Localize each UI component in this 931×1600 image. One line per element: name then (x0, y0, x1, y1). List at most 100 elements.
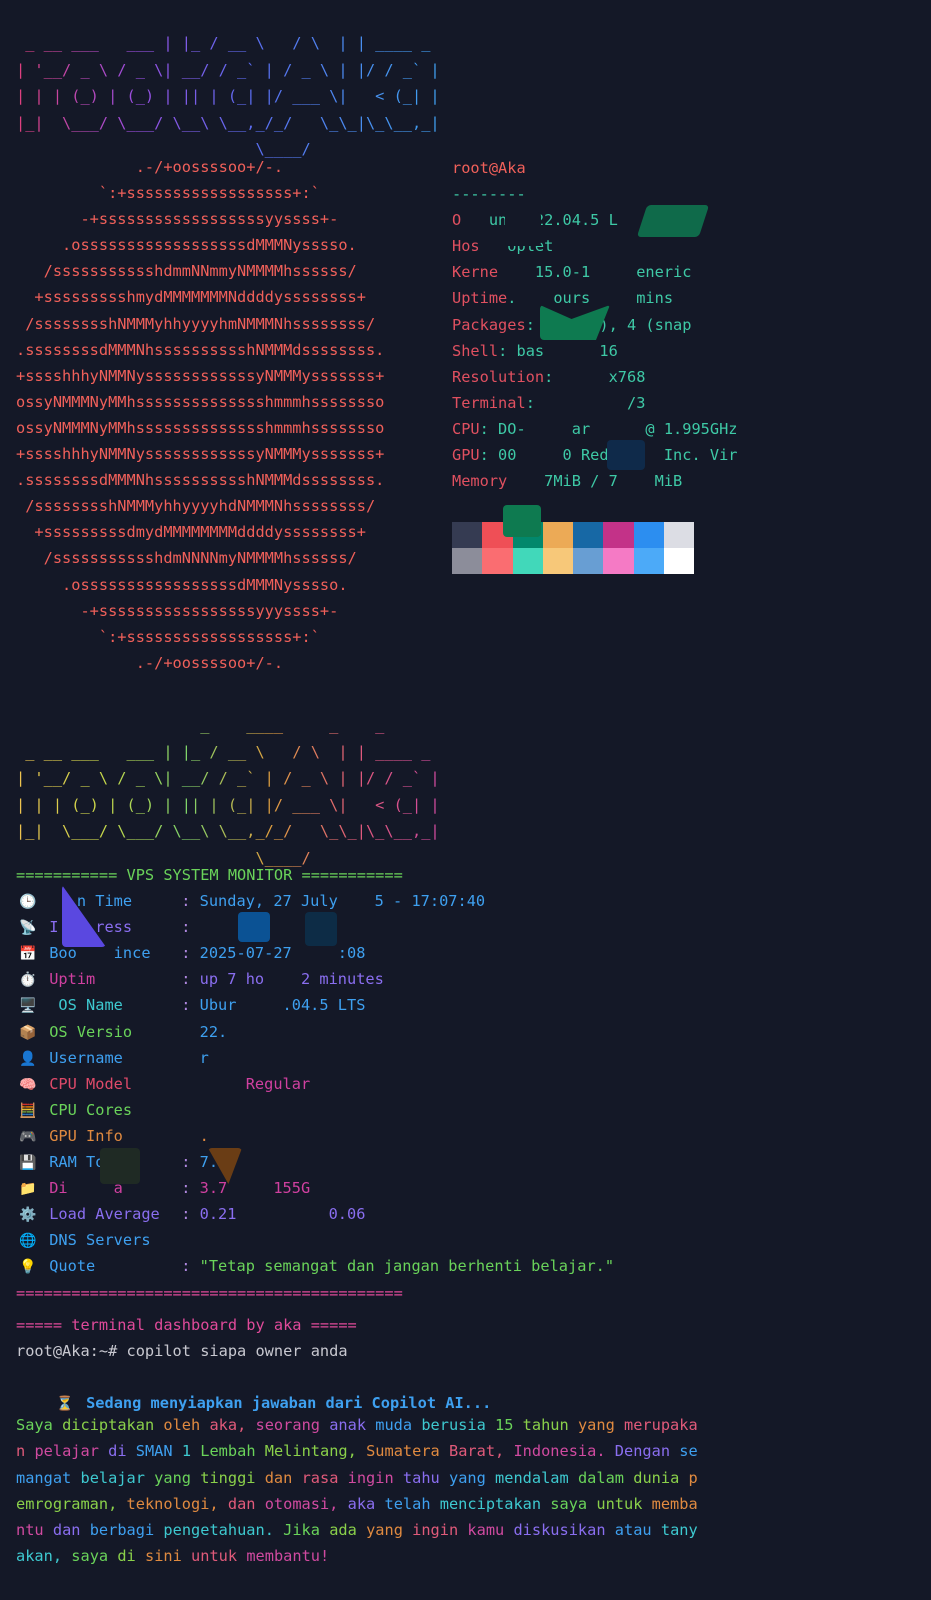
palette-swatch (452, 548, 483, 574)
monitor-value: r (199, 1048, 209, 1067)
monitor-colon: : (181, 1153, 200, 1172)
neofetch-value: : x768 (544, 367, 646, 386)
monitor-row: 🕒 n Time: Sunday, 27 July 5 - 17:07:40 (16, 888, 614, 914)
neofetch-value: 7MiB / 7 MiB (507, 472, 683, 491)
answer-line: ntu dan berbagi pengetahuan. Jika ada ya… (16, 1521, 698, 1540)
monitor-colon: : (181, 1257, 200, 1276)
monitor-row-icon: 🎮 (19, 1128, 37, 1145)
logo-line: .ssssssssdMMMNhsssssssssshNMMMdssssssss. (16, 471, 385, 490)
neofetch-value: . ours mins (507, 289, 674, 308)
monitor-row: 🧠 CPU Model Regular (16, 1071, 614, 1097)
neofetch-separator: -------- (452, 185, 526, 204)
banner-line: | '__/ _ \ / _ \| __/ / _` | / _ \ | |/ … (16, 769, 440, 788)
logo-line: `:+ssssssssssssssssss+:` (16, 627, 320, 646)
monitor-row: 🧮 CPU Cores (16, 1097, 614, 1123)
monitor-row-icon: 💾 (19, 1155, 37, 1172)
ascii-banner-bottom: _ ____ _ _ _ __ ___ ___ | |_ / __ \ / \ … (16, 712, 440, 872)
logo-line: .osssssssssssssssssdMMMNysssso. (16, 575, 348, 594)
answer-line: akan, saya di sini untuk membantu! (16, 1547, 330, 1566)
palette-swatch (452, 522, 483, 548)
neofetch-key: Kerne (452, 263, 499, 282)
monitor-colon (181, 1023, 199, 1041)
monitor-row-icon: ⚙️ (19, 1207, 37, 1224)
monitor-row: 💡 Quote: "Tetap semangat dan jangan berh… (16, 1253, 614, 1279)
palette-swatch (482, 548, 513, 574)
palette-swatch (573, 522, 604, 548)
banner-line: |_| \___/ \___/ \__\ \__,_/_/ \_\_|\_\__… (16, 822, 440, 841)
neofetch-row: Uptime. ours mins (452, 285, 738, 311)
monitor-label: Uptim (49, 970, 96, 989)
monitor-value: 22. (199, 1022, 228, 1041)
redaction-mark (503, 505, 541, 537)
monitor-value: 0.21 0.06 (199, 1205, 366, 1224)
logo-line: -+sssssssssssssssssyyyssss+- (16, 601, 339, 620)
monitor-value: Regular (199, 1074, 311, 1093)
banner-line: | | | (_) | (_) | || | (_| |/ ___ \| < (… (16, 795, 440, 814)
palette-swatch (603, 522, 634, 548)
redaction-mark (505, 212, 541, 246)
neofetch-key: Shell (452, 341, 499, 360)
monitor-label: Username (49, 1048, 123, 1067)
loading-message: ⏳ Sedang menyiapkan jawaban dari Copilot… (16, 1364, 614, 1412)
palette-swatch (542, 548, 574, 574)
monitor-colon: : (181, 1179, 200, 1198)
redaction-mark (305, 912, 337, 946)
neofetch-key: Terminal (452, 393, 526, 412)
monitor-colon: : (181, 1205, 200, 1224)
answer-line: emrograman, teknologi, dan otomasi, aka … (16, 1494, 698, 1513)
monitor-row-icon: 🌐 (19, 1233, 37, 1250)
palette-swatch (633, 522, 665, 548)
banner-line: _ __ ___ ___ | |_ / __ \ / \ | | ____ _ (16, 34, 431, 52)
monitor-colon: : (181, 996, 200, 1015)
logo-line: /sssssssshNMMMyhhyyyyhmNMMMNhssssssss/ (16, 314, 376, 333)
redaction-mark (607, 440, 645, 470)
monitor-label: OS Versio (49, 1022, 133, 1041)
answer-line: mangat belajar yang tinggi dan rasa ingi… (16, 1468, 698, 1487)
palette-swatch (573, 548, 604, 574)
banner-line: _ ____ _ _ (16, 716, 385, 734)
neofetch-row: CPU: DO- ar @ 1.995GHz (452, 416, 738, 442)
neofetch-title: root@Aka (452, 159, 526, 177)
logo-line: +sssshhhyNMMNyssssssssssssyNMMMysssssss+ (16, 445, 385, 464)
neofetch-value: : DO- ar @ 1.995GHz (479, 419, 738, 438)
logo-line: +sssshhhyNMMNyssssssssssssyNMMMysssssss+ (16, 366, 385, 385)
answer-line: n pelajar di SMAN 1 Lembah Melintang, Su… (16, 1442, 698, 1461)
monitor-value: Ubur .04.5 LTS (199, 996, 366, 1015)
monitor-row: 👤 Username r (16, 1045, 614, 1071)
monitor-row-icon: 📅 (19, 946, 37, 963)
palette-swatch (664, 522, 695, 548)
logo-line: .-/+oossssoo+/-. (16, 653, 284, 672)
logo-line: .ossssssssssssssssssdMMMNysssso. (16, 236, 357, 255)
neofetch-key: O (452, 211, 462, 230)
neofetch-key: CPU (452, 419, 480, 438)
neofetch-key: Uptime (452, 289, 508, 308)
neofetch-row: Hos oplet (452, 233, 738, 259)
logo-line: ossyNMMMNyMMhsssssssssssssshmmmhssssssso (16, 418, 385, 437)
monitor-label: GPU Info (49, 1126, 123, 1145)
monitor-colon (181, 1231, 199, 1249)
neofetch-row: Memory 7MiB / 7 MiB (452, 468, 738, 494)
monitor-value: 3.7 155G (199, 1179, 311, 1198)
monitor-label: OS Name (49, 996, 123, 1015)
monitor-value: up 7 ho 2 minutes (199, 970, 384, 989)
monitor-value: "Tetap semangat dan jangan berhenti bela… (199, 1257, 615, 1276)
monitor-row-icon: 📡 (19, 920, 37, 937)
monitor-row: 🌐 DNS Servers (16, 1227, 614, 1253)
palette-swatch (603, 548, 634, 574)
command-prompt[interactable]: root@Aka:~# copilot siapa owner anda (16, 1338, 614, 1364)
logo-line: .-/+oossssoo+/-. (16, 158, 284, 176)
palette-swatch (542, 522, 574, 548)
banner-line: |_| \___/ \___/ \__\ \__,_/_/ \_\_|\_\__… (16, 113, 440, 132)
monitor-label: Quote (49, 1257, 96, 1276)
monitor-colon: : (181, 892, 200, 911)
palette-swatch (512, 548, 543, 574)
banner-line: | | | (_) | (_) | || | (_| |/ ___ \| < (… (16, 87, 440, 106)
logo-line: .ssssssssdMMMNhsssssssssshNMMMdssssssss. (16, 340, 385, 359)
banner-line: | '__/ _ \ / _ \| __/ / _` | / _ \ | |/ … (16, 60, 440, 79)
neofetch-key: Hos (452, 237, 480, 256)
monitor-row-icon: 🧮 (19, 1102, 37, 1119)
neofetch-row: Terminal: /3 (452, 390, 738, 416)
monitor-row-icon: ⏱️ (19, 972, 37, 989)
monitor-colon (181, 1075, 199, 1093)
neofetch-row: Kerne 15.0-1 eneric (452, 259, 738, 285)
